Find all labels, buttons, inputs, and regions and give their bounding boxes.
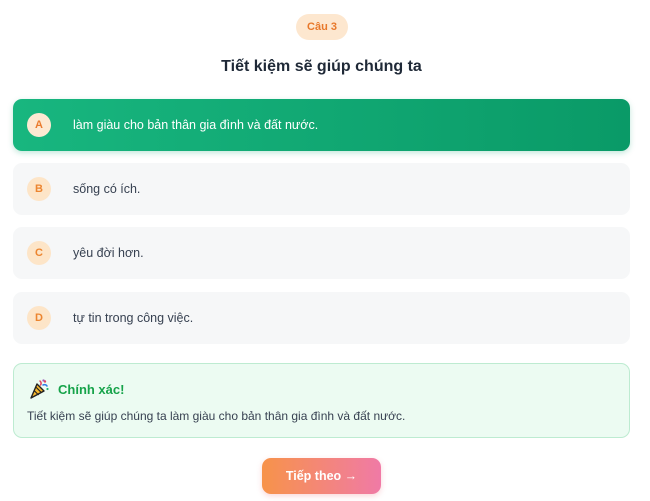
option-letter-b: B bbox=[27, 177, 51, 201]
feedback-title: Chính xác! bbox=[58, 381, 125, 397]
option-d[interactable]: D tự tin trong công việc. bbox=[13, 292, 630, 344]
option-letter-c: C bbox=[27, 241, 51, 265]
question-number-badge: Câu 3 bbox=[296, 14, 348, 40]
option-letter-d: D bbox=[27, 306, 51, 330]
next-button[interactable]: Tiếp theo → bbox=[262, 458, 381, 494]
feedback-panel: Chính xác! Tiết kiệm sẽ giúp chúng ta là… bbox=[13, 363, 630, 438]
option-text-a: làm giàu cho bản thân gia đình và đất nư… bbox=[73, 118, 319, 132]
option-letter-a: A bbox=[27, 113, 51, 137]
option-text-c: yêu đời hơn. bbox=[73, 246, 144, 260]
option-text-d: tự tin trong công việc. bbox=[73, 311, 194, 325]
option-c[interactable]: C yêu đời hơn. bbox=[13, 227, 630, 279]
option-a[interactable]: A làm giàu cho bản thân gia đình và đất … bbox=[13, 99, 630, 151]
feedback-header: Chính xác! bbox=[28, 378, 124, 400]
party-popper-icon bbox=[30, 379, 49, 399]
feedback-explanation: Tiết kiệm sẽ giúp chúng ta làm giàu cho … bbox=[27, 409, 406, 423]
option-text-b: sống có ích. bbox=[73, 182, 141, 196]
option-b[interactable]: B sống có ích. bbox=[13, 163, 630, 215]
question-text: Tiết kiệm sẽ giúp chúng ta bbox=[221, 58, 422, 75]
